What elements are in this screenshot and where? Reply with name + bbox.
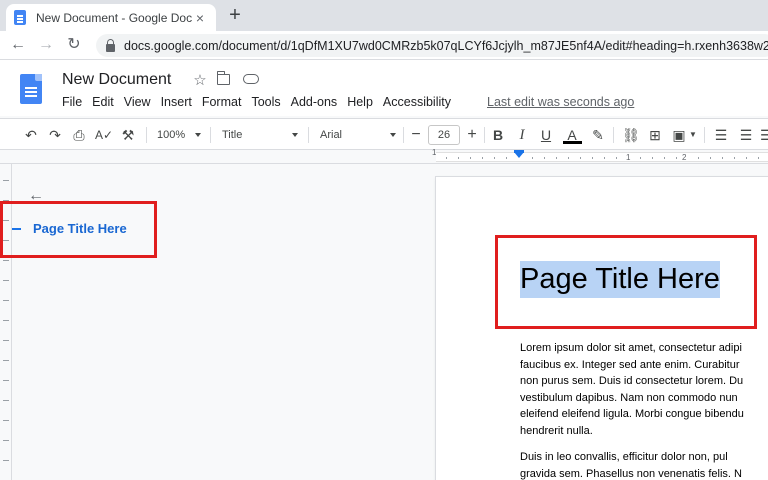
forward-arrow-icon[interactable]: → bbox=[36, 35, 56, 55]
tab-title: New Document - Google Docs bbox=[36, 10, 192, 25]
align-center-icon[interactable]: ☰ bbox=[738, 126, 754, 144]
decrease-font-size-button[interactable]: − bbox=[409, 126, 423, 144]
menu-tools[interactable]: Tools bbox=[251, 95, 280, 109]
url-text[interactable]: docs.google.com/document/d/1qDfM1XU7wd0C… bbox=[124, 39, 768, 53]
left-indent-marker[interactable] bbox=[514, 152, 524, 158]
star-icon[interactable]: ☆ bbox=[191, 71, 209, 89]
menu-addons[interactable]: Add-ons bbox=[291, 95, 338, 109]
toolbar-divider bbox=[210, 127, 211, 143]
zoom-select[interactable]: 100% bbox=[157, 126, 201, 144]
chevron-down-icon[interactable]: ▼ bbox=[688, 126, 698, 144]
undo-icon[interactable]: ↶ bbox=[22, 126, 40, 144]
align-right-icon[interactable]: ☰ bbox=[760, 126, 768, 144]
print-icon[interactable]: ⎙ bbox=[70, 126, 88, 144]
increase-font-size-button[interactable]: + bbox=[465, 126, 479, 144]
font-size-input[interactable]: 26 bbox=[428, 125, 460, 145]
docs-favicon-icon bbox=[14, 10, 26, 25]
chevron-down-icon bbox=[390, 133, 396, 137]
text-line: eleifend eleifend ligula. Morbi congue b… bbox=[520, 408, 744, 420]
paint-format-icon[interactable]: ⚒ bbox=[120, 126, 136, 144]
paragraph-1[interactable]: Lorem ipsum dolor sit amet, consectetur … bbox=[520, 340, 768, 439]
text-line: non purus sem. Duis id consectetur lorem… bbox=[520, 375, 744, 387]
ruler-label: 2 bbox=[682, 153, 687, 162]
docs-header: New Document ☆ File Edit View Insert For… bbox=[0, 60, 768, 116]
browser-toolbar: ← → ↻ docs.google.com/document/d/1qDfM1X… bbox=[0, 31, 768, 60]
address-bar[interactable]: docs.google.com/document/d/1qDfM1XU7wd0C… bbox=[96, 34, 768, 57]
add-comment-icon[interactable]: ⊞ bbox=[647, 126, 663, 144]
insert-link-icon[interactable]: ⛓ bbox=[622, 126, 640, 144]
redo-icon[interactable]: ↷ bbox=[46, 126, 64, 144]
highlight-pen-icon[interactable]: ✎ bbox=[590, 126, 606, 144]
horizontal-ruler: 1 1 2 bbox=[0, 148, 768, 164]
menu-insert[interactable]: Insert bbox=[161, 95, 192, 109]
underline-button[interactable]: U bbox=[538, 126, 554, 144]
text-line: gravida sem. Phasellus non venenatis fel… bbox=[520, 467, 742, 480]
menu-bar: File Edit View Insert Format Tools Add-o… bbox=[62, 95, 461, 109]
text-line: Duis in leo convallis, efficitur dolor n… bbox=[520, 451, 728, 463]
zoom-value: 100% bbox=[157, 129, 186, 141]
text-line: faucibus ex. Integer sed ante enim. Cura… bbox=[520, 358, 740, 371]
toolbar-divider bbox=[403, 127, 404, 143]
document-title[interactable]: New Document bbox=[62, 71, 171, 89]
move-folder-icon[interactable] bbox=[216, 71, 230, 85]
lock-icon[interactable] bbox=[106, 38, 115, 52]
menu-edit[interactable]: Edit bbox=[92, 95, 114, 109]
close-icon[interactable]: × bbox=[192, 10, 208, 26]
insert-image-icon[interactable]: ▣ bbox=[671, 126, 687, 144]
browser-tab-strip: New Document - Google Docs × + bbox=[0, 0, 768, 31]
style-select[interactable]: Title bbox=[222, 126, 298, 144]
format-toolbar: ↶ ↷ ⎙ A✓ ⚒ 100% Title Arial − 26 + B I U… bbox=[0, 118, 768, 150]
spellcheck-icon[interactable]: A✓ bbox=[95, 126, 113, 144]
docs-logo-icon[interactable] bbox=[20, 74, 42, 104]
menu-accessibility[interactable]: Accessibility bbox=[383, 95, 451, 109]
toolbar-divider bbox=[484, 127, 485, 143]
style-value: Title bbox=[222, 129, 243, 141]
toolbar-divider bbox=[146, 127, 147, 143]
highlight-box-outline bbox=[0, 201, 157, 258]
font-select[interactable]: Arial bbox=[320, 126, 396, 144]
align-left-icon[interactable]: ☰ bbox=[713, 126, 729, 144]
menu-file[interactable]: File bbox=[62, 95, 82, 109]
ruler-track[interactable]: 1 2 bbox=[436, 152, 768, 162]
new-tab-button[interactable]: + bbox=[224, 4, 246, 28]
font-value: Arial bbox=[320, 129, 343, 141]
browser-tab[interactable]: New Document - Google Docs × bbox=[6, 4, 216, 31]
menu-format[interactable]: Format bbox=[202, 95, 242, 109]
toolbar-divider bbox=[613, 127, 614, 143]
back-arrow-icon[interactable]: ← bbox=[8, 35, 28, 55]
italic-button[interactable]: I bbox=[514, 126, 530, 144]
toolbar-divider bbox=[704, 127, 705, 143]
menu-help[interactable]: Help bbox=[347, 95, 373, 109]
menu-view[interactable]: View bbox=[124, 95, 151, 109]
toolbar-divider bbox=[308, 127, 309, 143]
cloud-status-icon[interactable] bbox=[243, 74, 259, 84]
text-line: hendrerit nulla. bbox=[520, 424, 593, 437]
reload-icon[interactable]: ↻ bbox=[64, 35, 84, 55]
text-line: vestibulum dapibus. Nam non commodo nun bbox=[520, 391, 738, 404]
paragraph-2[interactable]: Duis in leo convallis, efficitur dolor n… bbox=[520, 449, 768, 480]
highlight-box-heading bbox=[495, 235, 757, 329]
text-line: Lorem ipsum dolor sit amet, consectetur … bbox=[520, 342, 742, 354]
ruler-label: 1 bbox=[626, 153, 631, 162]
last-edit-link[interactable]: Last edit was seconds ago bbox=[487, 95, 634, 109]
chevron-down-icon bbox=[195, 133, 201, 137]
text-color-swatch bbox=[563, 141, 582, 144]
chevron-down-icon bbox=[292, 133, 298, 137]
bold-button[interactable]: B bbox=[490, 126, 506, 144]
